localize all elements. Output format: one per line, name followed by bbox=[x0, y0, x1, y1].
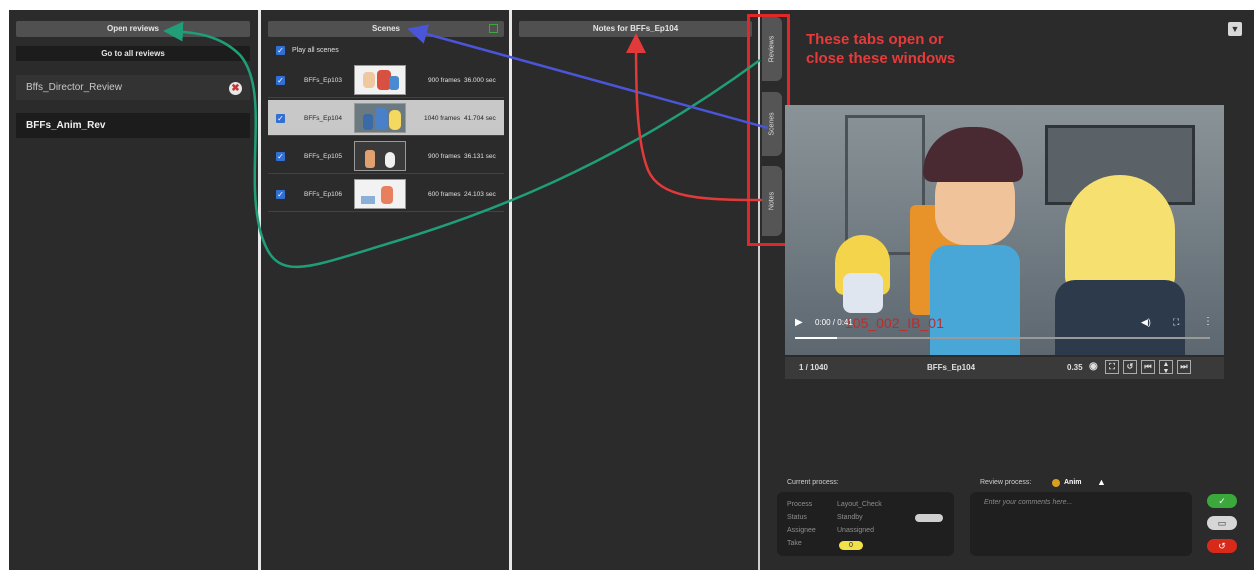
scene-checkbox[interactable]: ✓ bbox=[276, 152, 285, 161]
scene-thumbnail bbox=[354, 141, 406, 171]
scene-duration: 41.704 sec bbox=[464, 115, 496, 122]
scene-checkbox[interactable]: ✓ bbox=[276, 76, 285, 85]
comment-placeholder: Enter your comments here... bbox=[984, 499, 1073, 506]
approve-button[interactable]: ✓ bbox=[1207, 494, 1237, 508]
scene-frames: 600 frames bbox=[428, 191, 461, 198]
scene-row[interactable]: ✓ BFFs_Ep104 1040 frames 41.704 sec bbox=[268, 100, 504, 136]
open-reviews-header[interactable]: Open reviews bbox=[16, 21, 250, 37]
reject-button[interactable]: ↺ bbox=[1207, 539, 1237, 553]
eye-icon[interactable]: ◉ bbox=[1089, 361, 1098, 372]
status-value: Standby bbox=[837, 514, 863, 521]
scene-duration: 36.000 sec bbox=[464, 77, 496, 84]
step-back-icon[interactable]: ⏮ bbox=[1141, 360, 1155, 374]
scene-thumbnail bbox=[354, 103, 406, 133]
status-label: Status bbox=[787, 514, 807, 521]
play-icon[interactable]: ▶ bbox=[795, 317, 803, 328]
dropdown-icon[interactable]: ▼ bbox=[1228, 22, 1242, 36]
comment-button[interactable]: ▭ bbox=[1207, 516, 1237, 530]
video-progress-fill bbox=[795, 337, 837, 339]
comment-icon: ▭ bbox=[1217, 518, 1227, 528]
panel-divider[interactable] bbox=[509, 10, 512, 570]
frame-stepper-icon[interactable]: ▲ ▼ bbox=[1159, 360, 1173, 375]
scene-thumbnail bbox=[354, 179, 406, 209]
close-icon[interactable]: ✖ bbox=[229, 82, 242, 95]
panel-divider[interactable] bbox=[258, 10, 261, 570]
scene-row[interactable]: ✓ BFFs_Ep105 900 frames 36.131 sec bbox=[268, 138, 504, 174]
take-label: Take bbox=[787, 540, 802, 547]
scene-name: BFFs_Ep104 bbox=[304, 115, 342, 122]
video-progress-track[interactable] bbox=[795, 337, 1210, 339]
review-item[interactable]: Bffs_Director_Review ✖ bbox=[16, 75, 250, 100]
video-overlay-text: 105_002_IB_01 bbox=[845, 315, 944, 331]
annotation-box bbox=[747, 14, 790, 246]
scene-name: BFFs_Ep106 bbox=[304, 191, 342, 198]
scenes-header[interactable]: Scenes bbox=[268, 21, 504, 37]
play-all-label: Play all scenes bbox=[292, 47, 339, 54]
notes-header[interactable]: Notes for BFFs_Ep104 bbox=[519, 21, 752, 37]
fullscreen-icon[interactable]: ⛶ bbox=[1173, 317, 1179, 328]
go-to-all-reviews-button[interactable]: Go to all reviews bbox=[16, 46, 250, 61]
comment-field[interactable]: Enter your comments here... bbox=[970, 492, 1192, 556]
process-value: Layout_Check bbox=[837, 501, 882, 508]
process-label: Process bbox=[787, 501, 813, 508]
scene-frames: 900 frames bbox=[428, 77, 461, 84]
assignee-value: Unassigned bbox=[837, 527, 874, 534]
scene-checkbox[interactable]: ✓ bbox=[276, 190, 285, 199]
check-icon: ✓ bbox=[1218, 496, 1226, 506]
review-item-label: Bffs_Director_Review bbox=[26, 82, 122, 93]
scene-frames: 1040 frames bbox=[424, 115, 461, 122]
scene-row[interactable]: ✓ BFFs_Ep106 600 frames 24.103 sec bbox=[268, 176, 504, 212]
loop-icon[interactable]: ↺ bbox=[1123, 360, 1137, 374]
step-forward-icon[interactable]: ⏭ bbox=[1177, 360, 1191, 374]
calendar-icon[interactable] bbox=[489, 24, 498, 33]
scene-checkbox[interactable]: ✓ bbox=[276, 114, 285, 123]
scene-duration: 36.131 sec bbox=[464, 153, 496, 160]
status-toggle[interactable] bbox=[915, 514, 943, 522]
assignee-label: Assignee bbox=[787, 527, 816, 534]
scene-duration: 24.103 sec bbox=[464, 191, 496, 198]
chevron-up-icon[interactable]: ▲ bbox=[1097, 477, 1106, 487]
video-frame[interactable]: 105_002_IB_01 ▶ 0:00 / 0:41 ◀) ⛶ ⋮ bbox=[785, 105, 1224, 355]
frame-toggle-icon[interactable]: ⛶ bbox=[1105, 360, 1119, 374]
review-item[interactable]: BFFs_Anim_Rev bbox=[16, 113, 250, 138]
current-process-box: Process Status Assignee Take Layout_Chec… bbox=[777, 492, 954, 556]
play-all-checkbox[interactable]: ✓ bbox=[276, 46, 285, 55]
take-badge: 0 bbox=[839, 541, 863, 550]
more-icon[interactable]: ⋮ bbox=[1203, 316, 1213, 327]
scene-thumbnail bbox=[354, 65, 406, 95]
scene-name-label: BFFs_Ep104 bbox=[927, 363, 976, 372]
player-control-bar: 1 / 1040 BFFs_Ep104 0.35 ◉ ⛶ ↺ ⏮ ▲ ▼ ⏭ bbox=[785, 357, 1224, 379]
scene-frames: 900 frames bbox=[428, 153, 461, 160]
review-process-label: Review process: bbox=[980, 479, 1032, 486]
review-process-dot bbox=[1052, 479, 1060, 487]
review-process-value[interactable]: Anim bbox=[1064, 479, 1082, 486]
volume-icon[interactable]: ◀) bbox=[1141, 317, 1151, 328]
undo-icon: ↺ bbox=[1218, 541, 1226, 551]
review-item-label: BFFs_Anim_Rev bbox=[26, 120, 106, 131]
video-time: 0:00 / 0:41 bbox=[815, 318, 853, 327]
current-process-title: Current process: bbox=[787, 479, 839, 486]
annotation-text: These tabs open or close these windows bbox=[806, 31, 956, 67]
scene-name: BFFs_Ep103 bbox=[304, 77, 342, 84]
scene-name: BFFs_Ep105 bbox=[304, 153, 342, 160]
frame-counter: 1 / 1040 bbox=[799, 363, 828, 372]
scene-row[interactable]: ✓ BFFs_Ep103 900 frames 36.000 sec bbox=[268, 62, 504, 98]
playback-speed[interactable]: 0.35 bbox=[1067, 363, 1083, 372]
